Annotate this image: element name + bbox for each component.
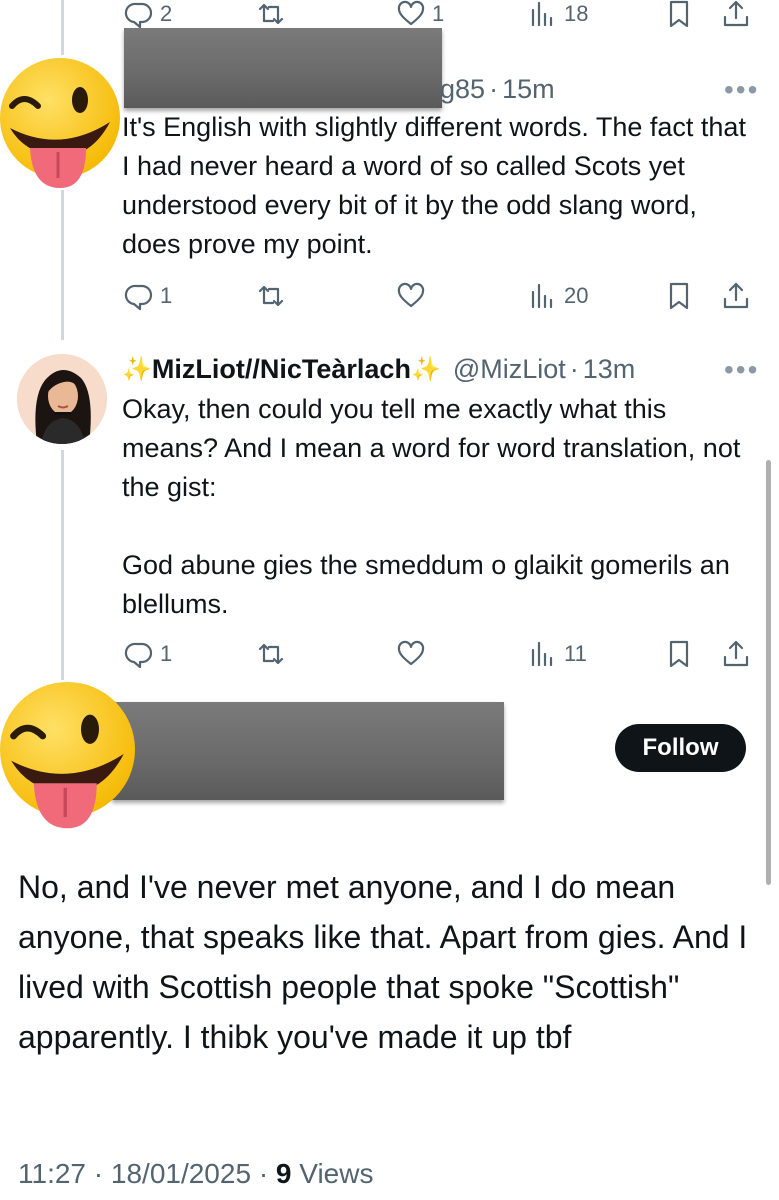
views-count: 11 (564, 641, 587, 666)
retweet-icon (256, 281, 286, 311)
retweet-button[interactable] (256, 634, 286, 674)
bookmark-icon (664, 0, 694, 29)
like-button[interactable] (396, 276, 426, 316)
like-icon (396, 281, 426, 311)
tweet3-display-name[interactable]: MizLiot//NicTeàrlach (152, 354, 411, 385)
tweet3-action-bar: 1 11 (118, 634, 768, 674)
share-button[interactable] (721, 634, 751, 674)
share-button[interactable] (721, 0, 751, 34)
retweet-icon (256, 0, 286, 29)
views-icon (528, 639, 558, 669)
like-count: 1 (432, 1, 445, 26)
views-button[interactable]: 11 (528, 634, 587, 674)
views-button[interactable]: 20 (528, 276, 588, 316)
tweet2-header: g85 · 15m (440, 70, 555, 108)
reply-count: 2 (160, 1, 173, 26)
more-icon[interactable]: ••• (724, 356, 759, 384)
tweet-footer-meta: 11:27 · 18/01/2025 · 9 Views (18, 1158, 373, 1190)
footer-sep: · (93, 1158, 104, 1189)
redaction-block (124, 28, 442, 108)
views-button[interactable]: 18 (528, 0, 588, 34)
thread-line-low (61, 450, 64, 680)
tweet2-time[interactable]: 15m (502, 74, 555, 105)
tweet3-header: ✨ MizLiot//NicTeàrlach ✨ @MizLiot · 13m (122, 350, 635, 388)
reply-button[interactable]: 1 (124, 276, 172, 316)
wink-tongue-emoji[interactable] (0, 674, 135, 834)
share-icon (721, 639, 751, 669)
reply-icon (124, 639, 154, 669)
retweet-button[interactable] (256, 276, 286, 316)
tweet3-time[interactable]: 13m (583, 354, 636, 385)
more-icon[interactable]: ••• (724, 76, 759, 104)
tweet3-handle[interactable]: @MizLiot (453, 354, 566, 385)
bookmark-icon (664, 281, 694, 311)
tweet2-handle[interactable]: g85 (440, 74, 485, 105)
tweet-date[interactable]: 18/01/2025 (111, 1158, 251, 1189)
thread-line-top (61, 0, 64, 55)
views-icon (528, 0, 558, 29)
sparkle-emoji: ✨ (122, 355, 152, 383)
tweet2-action-bar: 1 20 (118, 276, 768, 316)
share-button[interactable] (721, 276, 751, 316)
bookmark-button[interactable] (664, 276, 694, 316)
tweet2-text: It's English with slightly different wor… (122, 112, 754, 259)
reply-count: 1 (160, 283, 173, 308)
views-icon (528, 281, 558, 311)
views-count: 18 (564, 1, 589, 26)
bookmark-icon (664, 639, 694, 669)
share-icon (721, 281, 751, 311)
scrollbar[interactable] (766, 460, 771, 885)
thread-line-mid (61, 190, 64, 340)
like-button[interactable] (396, 634, 426, 674)
views-label: Views (299, 1158, 374, 1189)
redaction-block (112, 702, 504, 800)
like-icon (396, 0, 426, 29)
views-count: 20 (564, 283, 589, 308)
share-icon (721, 0, 751, 29)
tweet3-text: Okay, then could you tell me exactly wha… (122, 394, 741, 619)
reply-icon (124, 281, 154, 311)
reply-count: 1 (160, 641, 173, 666)
like-icon (396, 639, 426, 669)
tweet3-sep: · (569, 353, 579, 384)
footer-sep: · (258, 1158, 269, 1189)
views-count: 9 (275, 1158, 292, 1189)
avatar[interactable] (17, 354, 107, 444)
reply-icon (124, 0, 154, 29)
tweet-time[interactable]: 11:27 (18, 1158, 86, 1189)
sparkle-emoji: ✨ (410, 355, 441, 383)
follow-button[interactable]: Follow (615, 724, 746, 772)
tweet2-sep: · (489, 73, 499, 104)
bookmark-button[interactable] (664, 634, 694, 674)
main-tweet-text: No, and I've never met anyone, and I do … (18, 869, 748, 1055)
retweet-icon (256, 639, 286, 669)
reply-button[interactable]: 1 (124, 634, 172, 674)
bookmark-button[interactable] (664, 0, 694, 34)
wink-tongue-emoji[interactable] (0, 52, 120, 192)
